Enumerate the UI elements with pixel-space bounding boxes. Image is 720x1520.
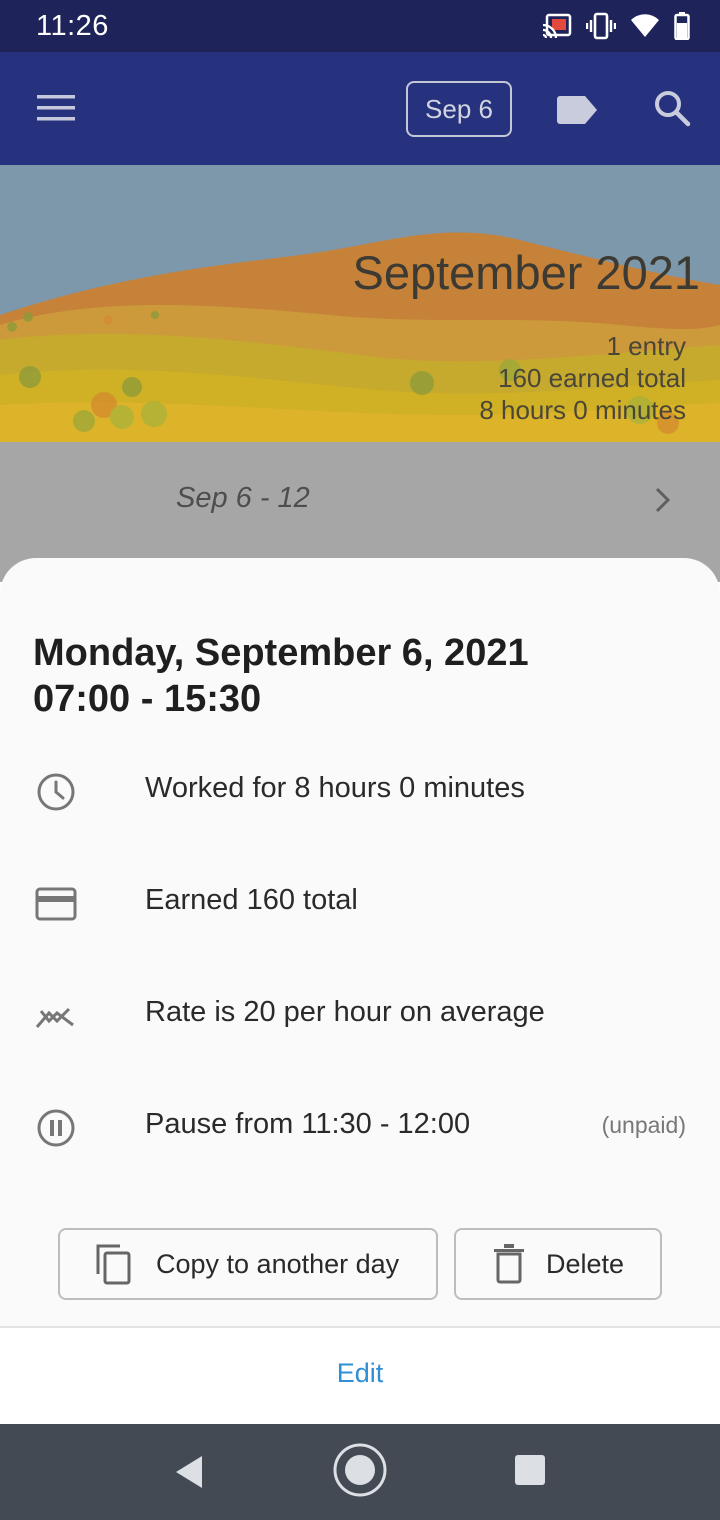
unpaid-note: (unpaid) bbox=[601, 1112, 686, 1138]
copy-label: Copy to another day bbox=[156, 1248, 400, 1279]
pause-row: Pause from 11:30 - 12:00 (unpaid) bbox=[0, 1088, 720, 1168]
pause-text: Pause from 11:30 - 12:00 bbox=[145, 1108, 471, 1140]
delete-button[interactable]: Delete bbox=[454, 1228, 662, 1300]
worked-text: Worked for 8 hours 0 minutes bbox=[145, 772, 525, 804]
status-bar: 11:26 bbox=[0, 0, 720, 52]
vibrate-icon bbox=[586, 12, 616, 40]
copy-to-another-day-button[interactable]: Copy to another day bbox=[58, 1228, 438, 1300]
search-button[interactable] bbox=[646, 82, 698, 134]
credit-card-icon bbox=[34, 882, 78, 926]
battery-icon bbox=[674, 12, 690, 40]
month-stats: 1 entry 160 earned total 8 hours 0 minut… bbox=[479, 330, 686, 426]
app-bar: Sep 6 bbox=[0, 52, 720, 165]
entry-heading: Monday, September 6, 2021 07:00 - 15:30 bbox=[33, 630, 529, 722]
rate-row: Rate is 20 per hour on average bbox=[0, 976, 720, 1056]
entry-date: Monday, September 6, 2021 bbox=[33, 632, 529, 674]
entry-details-sheet: Monday, September 6, 2021 07:00 - 15:30 … bbox=[0, 558, 720, 1424]
label-button[interactable] bbox=[552, 88, 602, 132]
menu-button[interactable] bbox=[28, 82, 84, 134]
entry-count: 1 entry bbox=[606, 331, 687, 361]
status-time: 11:26 bbox=[36, 10, 109, 42]
worked-row: Worked for 8 hours 0 minutes bbox=[0, 752, 720, 832]
edit-area: Edit bbox=[0, 1328, 720, 1424]
copy-icon bbox=[96, 1244, 131, 1285]
earned-text: Earned 160 total bbox=[145, 884, 358, 916]
recent-apps-icon[interactable] bbox=[512, 1452, 548, 1488]
search-icon bbox=[655, 91, 691, 127]
label-tag-icon bbox=[557, 96, 597, 124]
date-chip-button[interactable]: Sep 6 bbox=[406, 81, 512, 137]
delete-label: Delete bbox=[546, 1248, 625, 1279]
rate-trend-icon bbox=[34, 994, 78, 1038]
cast-icon bbox=[542, 13, 572, 39]
earned-row: Earned 160 total bbox=[0, 864, 720, 944]
trash-icon bbox=[494, 1244, 524, 1284]
edit-button[interactable]: Edit bbox=[310, 1358, 410, 1389]
system-nav-bar bbox=[0, 1424, 720, 1520]
entry-time-range: 07:00 - 15:30 bbox=[33, 678, 262, 720]
week-label: Sep 6 - 12 bbox=[176, 482, 310, 514]
rate-text: Rate is 20 per hour on average bbox=[145, 996, 545, 1028]
back-icon[interactable] bbox=[168, 1450, 212, 1494]
menu-icon bbox=[37, 95, 75, 121]
earned-total: 160 earned total bbox=[498, 363, 686, 393]
month-banner: September 2021 1 entry 160 earned total … bbox=[0, 165, 720, 442]
pause-icon bbox=[34, 1106, 78, 1150]
home-icon[interactable] bbox=[330, 1440, 390, 1500]
month-title: September 2021 bbox=[352, 246, 700, 299]
hours-total: 8 hours 0 minutes bbox=[479, 395, 686, 425]
chevron-right-icon[interactable] bbox=[648, 482, 678, 518]
clock-icon bbox=[34, 770, 78, 814]
wifi-icon bbox=[631, 14, 659, 38]
status-icons bbox=[542, 10, 690, 42]
